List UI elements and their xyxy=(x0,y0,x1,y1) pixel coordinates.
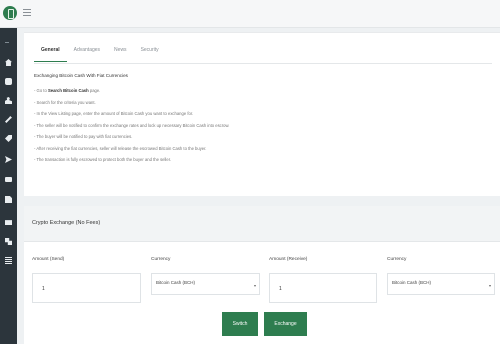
list-item: - The buyer will be notified to pay with… xyxy=(34,134,133,139)
gift-icon[interactable] xyxy=(5,218,12,225)
tab-news[interactable]: News xyxy=(107,45,134,62)
list-item: - Search for the criteria you want. xyxy=(34,99,96,105)
currency-receive-select[interactable]: Bitcoin Cash (BCH) ▾ xyxy=(387,273,495,295)
send-amount-label: Amount (Send) xyxy=(32,257,65,262)
receive-amount-label: Amount (Receive) xyxy=(269,257,308,262)
tab-bar: General Advantages News Security xyxy=(34,45,166,63)
dashboard-icon[interactable] xyxy=(5,42,12,49)
receive-amount-input[interactable]: 1 xyxy=(269,273,377,303)
info-card: General Advantages News Security Exchang… xyxy=(24,32,500,196)
currency-receive-label: Currency xyxy=(387,257,407,262)
info-heading: Exchanging Bitcoin Cash With Fiat Curren… xyxy=(34,73,128,78)
tab-divider xyxy=(34,63,492,64)
switch-button[interactable]: Switch xyxy=(222,312,258,336)
list-item: - Go to Search Bitcoin Cash page. xyxy=(34,88,229,100)
send-amount-input[interactable]: 1 xyxy=(32,273,141,303)
users-icon[interactable] xyxy=(5,97,12,104)
hamburger-icon[interactable] xyxy=(23,9,31,17)
wallet-icon[interactable] xyxy=(5,78,12,85)
exchange-title: Crypto Exchange (No Fees) xyxy=(24,206,500,242)
key-icon[interactable] xyxy=(5,116,12,123)
tab-general[interactable]: General xyxy=(34,45,67,62)
tab-security[interactable]: Security xyxy=(134,45,166,62)
tag-icon[interactable] xyxy=(5,135,12,142)
exchange-card: Crypto Exchange (No Fees) Amount (Send) … xyxy=(24,206,500,344)
search-bitcoin-cash-link[interactable]: Search Bitcoin Cash xyxy=(48,88,89,93)
language-icon[interactable] xyxy=(5,238,12,245)
send-icon[interactable] xyxy=(5,156,12,163)
home-icon[interactable] xyxy=(5,59,12,66)
sidebar xyxy=(0,28,17,344)
chevron-down-icon: ▾ xyxy=(488,283,491,288)
currency-send-value: Bitcoin Cash (BCH) xyxy=(156,280,196,285)
step-suffix: page. xyxy=(88,88,101,93)
list-item: - In the View Listing page, enter the am… xyxy=(34,111,194,116)
list-item: - The transaction is fully escrowed to p… xyxy=(34,157,172,162)
document-icon[interactable] xyxy=(5,196,12,203)
logo-icon[interactable] xyxy=(3,6,17,20)
list-icon[interactable] xyxy=(5,257,12,264)
card-icon[interactable] xyxy=(5,177,12,184)
exchange-button[interactable]: Exchange xyxy=(264,312,307,336)
currency-receive-value: Bitcoin Cash (BCH) xyxy=(392,280,432,285)
list-item: - After receiving the fiat currencies, s… xyxy=(34,145,207,151)
steps-list: - Go to Search Bitcoin Cash page. - Sear… xyxy=(34,88,229,169)
step-prefix: - Go to xyxy=(34,88,48,93)
top-bar xyxy=(0,0,500,28)
list-item: - The seller will be notified to confirm… xyxy=(34,122,230,128)
currency-send-select[interactable]: Bitcoin Cash (BCH) ▾ xyxy=(151,273,260,295)
tab-advantages[interactable]: Advantages xyxy=(67,45,107,62)
currency-send-label: Currency xyxy=(151,257,171,262)
chevron-down-icon: ▾ xyxy=(253,283,256,288)
